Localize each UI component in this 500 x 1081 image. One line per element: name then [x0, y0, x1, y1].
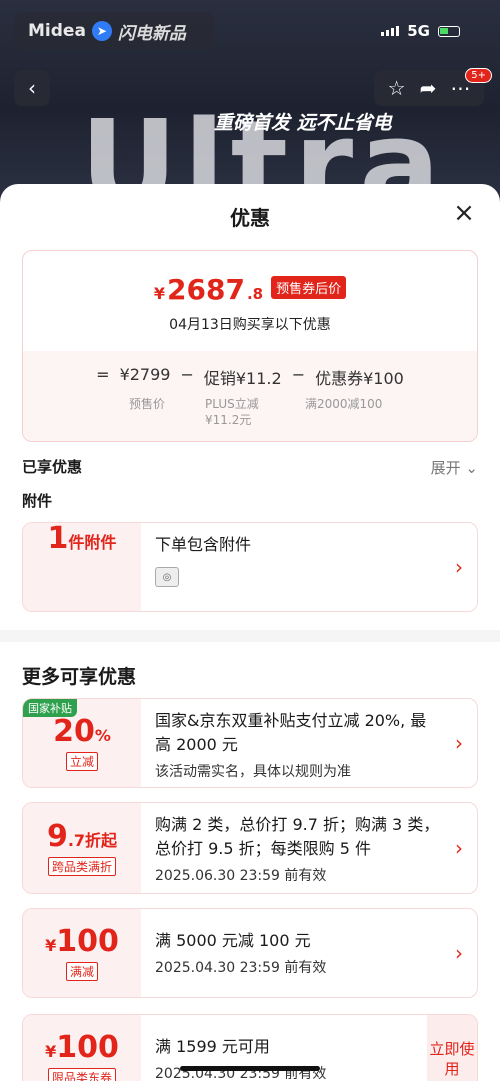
currency-symbol: ¥ — [153, 284, 166, 303]
home-indicator — [180, 1066, 320, 1071]
coupon-rule: 满2000减100 — [305, 397, 383, 411]
formula-presale: ¥2799 — [119, 365, 171, 384]
offer-desc: 2025.04.30 23:59 前有效 — [155, 960, 327, 976]
share-icon[interactable]: ➦ — [420, 76, 437, 100]
chevron-right-icon: › — [455, 836, 463, 860]
chevron-down-icon: ⌄ — [465, 459, 478, 477]
expand-label: 展开 — [430, 459, 461, 477]
formula-promo: 促销¥11.2 — [203, 369, 282, 388]
offer-value: 9 — [46, 818, 68, 854]
accessories-count: 1 件附件 — [23, 523, 141, 611]
back-button[interactable]: ‹ — [14, 70, 50, 106]
formula-minus: − — [291, 365, 306, 384]
offer-type-tag: 满减 — [65, 961, 98, 981]
use-now-button[interactable]: 立即使用 — [427, 1015, 477, 1081]
offer-desc: 该活动需实名，具体以规则为准 — [155, 764, 351, 780]
price-summary: ¥ 2687 .8 预售券后价 04月13日购买享以下优惠 = ¥2799 − … — [22, 250, 478, 442]
sheet-title: 优惠 — [230, 206, 270, 230]
section-divider — [0, 630, 500, 642]
brand-pill: Midea ➤ 闪电新品 — [14, 12, 214, 50]
offer-value: 100 — [56, 923, 119, 959]
offers-sheet: 优惠 × ¥ 2687 .8 预售券后价 04月13日购买享以下优惠 = ¥27… — [0, 184, 500, 1081]
chevron-right-icon: › — [455, 941, 463, 965]
offer-title: 购满 2 类，总价打 9.7 折；购满 3 类，总价打 9.5 折；每类限购 5… — [155, 815, 440, 858]
accessory-count: 1 — [47, 522, 69, 556]
formula-labels: 预售价 PLUS立减 ¥11.2元 满2000减100 — [23, 395, 477, 435]
offer-type-tag: 限品类东券 — [47, 1067, 116, 1081]
offer-type-tag: 立减 — [65, 751, 98, 771]
offer-title: 满 5000 元减 100 元 — [155, 931, 311, 950]
battery-icon — [438, 25, 460, 37]
expand-button[interactable]: 展开 ⌄ — [431, 457, 478, 478]
offer-desc: 2025.06.30 23:59 前有效 — [155, 868, 327, 884]
buy-date: 04月13日购买享以下优惠 — [169, 317, 331, 333]
offer-title: 满 1599 元可用 — [155, 1037, 270, 1056]
status-bar: 5G — [381, 22, 460, 40]
price-integer: 2687 — [167, 273, 245, 306]
offer-type-tag: 跨品类满折 — [47, 856, 116, 876]
formula-coupon: 优惠券¥100 — [315, 369, 404, 388]
presale-label: 预售价 — [129, 397, 166, 411]
price-decimal: .8 — [246, 285, 264, 303]
price-formula: = ¥2799 − 促销¥11.2 − 优惠券¥100 — [23, 365, 477, 389]
signal-icon — [381, 26, 400, 36]
price-tag: 预售券后价 — [271, 276, 347, 299]
offer-unit: % — [94, 725, 111, 745]
offer-title: 国家&京东双重补贴支付立减 20%, 最高 2000 元 — [155, 711, 427, 754]
final-price: ¥ 2687 .8 预售券后价 — [23, 273, 477, 306]
message-badge: 5+ — [465, 68, 492, 83]
accessories-title: 下单包含附件 — [155, 535, 252, 554]
offer-card[interactable]: 9.7折起 跨品类满折 购满 2 类，总价打 9.7 折；购满 3 类，总价打 … — [22, 802, 478, 894]
accessories-label: 附件 — [22, 492, 53, 510]
brand-subtitle: 闪电新品 — [117, 23, 186, 44]
offer-unit: .7折起 — [67, 830, 118, 850]
subsidy-badge: 国家补贴 — [23, 699, 77, 717]
formula-equals: = — [96, 365, 110, 384]
ac-unit-icon: ◎ — [155, 567, 179, 587]
favorite-icon[interactable]: ☆ — [388, 76, 406, 100]
accessory-unit: 件附件 — [68, 533, 117, 552]
offer-currency: ¥ — [45, 1041, 57, 1061]
network-label: 5G — [407, 22, 430, 40]
slogan: 重磅首发 远不止省电 — [214, 112, 392, 134]
chevron-left-icon: ‹ — [28, 76, 36, 100]
formula-minus: − — [180, 365, 194, 384]
chevron-right-icon: › — [455, 731, 463, 755]
offer-card[interactable]: 国家补贴 20% 立减 国家&京东双重补贴支付立减 20%, 最高 2000 元… — [22, 698, 478, 788]
offer-value: 20 — [53, 713, 95, 749]
enjoyed-label: 已享优惠 — [22, 458, 83, 476]
offer-card[interactable]: ¥100 满减 满 5000 元减 100 元 2025.04.30 23:59… — [22, 908, 478, 998]
more-offers-title: 更多可享优惠 — [22, 666, 137, 688]
brand-logo: Midea — [28, 21, 86, 41]
offer-value: 100 — [56, 1029, 119, 1065]
plus-label: PLUS立减 — [205, 397, 259, 411]
close-icon[interactable]: × — [452, 200, 476, 226]
plane-icon: ➤ — [91, 21, 112, 41]
plus-amount: ¥11.2元 — [205, 413, 252, 427]
accessories-card[interactable]: 1 件附件 下单包含附件 ◎ › — [22, 522, 478, 612]
offer-currency: ¥ — [45, 935, 57, 955]
chevron-right-icon: › — [455, 555, 463, 579]
